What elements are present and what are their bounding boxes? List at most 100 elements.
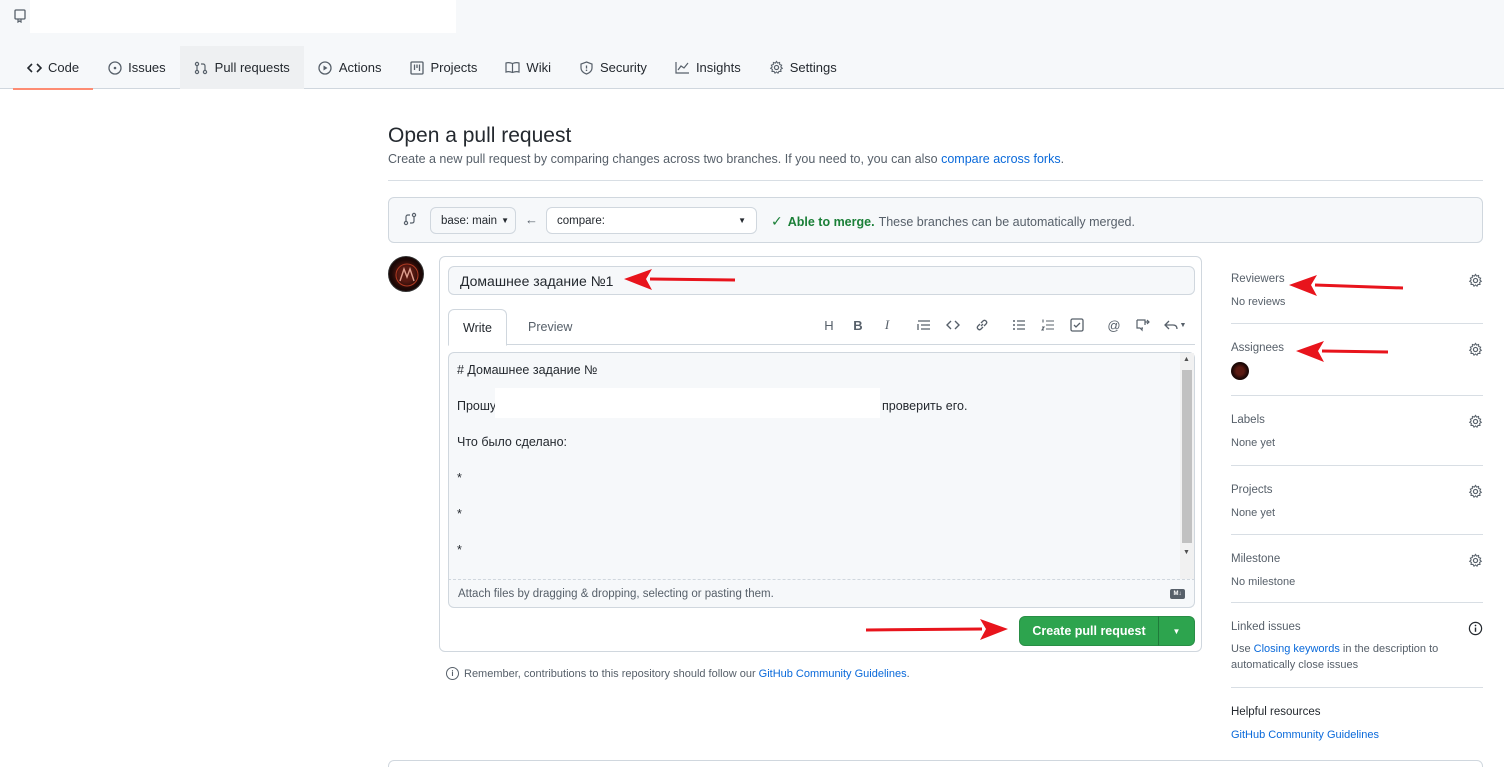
annotation-arrow <box>865 619 1008 640</box>
gear-icon[interactable] <box>1468 342 1483 357</box>
linked-issues-section: Linked issues Use Closing keywords in th… <box>1231 604 1483 688</box>
gear-icon[interactable] <box>1468 484 1483 499</box>
milestone-section[interactable]: Milestone No milestone <box>1231 536 1483 603</box>
labels-value: None yet <box>1231 437 1276 449</box>
compare-across-forks-link[interactable]: compare across forks <box>941 152 1060 166</box>
pull-request-icon <box>194 60 209 75</box>
reply-icon[interactable]: ▼ <box>1161 315 1189 335</box>
tab-write[interactable]: Write <box>448 309 507 346</box>
unordered-list-icon[interactable] <box>1008 315 1030 335</box>
markdown-icon[interactable]: M↓ <box>1170 589 1185 599</box>
linked-pre: Use <box>1231 643 1254 655</box>
tab-label: Settings <box>789 60 837 75</box>
file-attachment-area[interactable]: Attach files by dragging & dropping, sel… <box>448 580 1195 608</box>
merge-ok-text: Able to merge. <box>787 214 875 229</box>
scroll-down-icon[interactable]: ▼ <box>1183 549 1190 556</box>
new-pr-form: Домашнее задание №1 Write Preview H B I … <box>439 256 1202 652</box>
gear-icon <box>769 60 784 75</box>
tab-label: Wiki <box>526 60 551 75</box>
milestone-heading: Milestone <box>1231 553 1281 565</box>
scrollbar-thumb[interactable] <box>1182 370 1192 543</box>
scroll-up-icon[interactable]: ▲ <box>1183 356 1190 363</box>
tab-preview[interactable]: Preview <box>514 309 586 345</box>
subtitle-text: Create a new pull request by comparing c… <box>388 152 942 166</box>
graph-icon <box>675 60 690 75</box>
tab-security[interactable]: Security <box>565 46 661 89</box>
attach-text: Attach files by dragging & dropping, sel… <box>458 587 774 600</box>
tab-label: Security <box>599 60 647 75</box>
tab-insights[interactable]: Insights <box>661 46 755 89</box>
divider <box>388 180 1483 181</box>
remember-end: . <box>906 667 910 680</box>
tab-label: Projects <box>430 60 478 75</box>
page-title: Open a pull request <box>388 124 572 147</box>
create-pr-dropdown-button[interactable]: ▼ <box>1158 616 1195 646</box>
check-icon: ✓ <box>771 213 783 229</box>
create-pull-request-button[interactable]: Create pull request <box>1019 616 1159 646</box>
heading-icon[interactable]: H <box>818 315 840 335</box>
annotation-arrow <box>624 269 736 290</box>
repo-header: Code Issues Pull requests Actions Projec… <box>0 0 1504 90</box>
pr-body-textarea[interactable]: # Домашнее задание № Прошу проверить его… <box>448 352 1195 580</box>
tab-settings[interactable]: Settings <box>755 46 851 89</box>
annotation-arrow <box>1289 275 1404 296</box>
milestone-value: No milestone <box>1231 576 1296 588</box>
body-line-bullet-2: * <box>457 507 462 521</box>
labels-section[interactable]: Labels None yet <box>1231 397 1483 466</box>
merge-status: ✓ Able to merge. These branches can be a… <box>771 213 1135 230</box>
tab-issues[interactable]: Issues <box>93 46 180 89</box>
link-icon[interactable] <box>971 315 993 335</box>
cross-reference-icon[interactable] <box>1132 315 1154 335</box>
info-icon[interactable] <box>1468 621 1483 636</box>
body-line-request-start: Прошу <box>457 399 497 413</box>
mention-icon[interactable]: @ <box>1103 315 1125 335</box>
annotation-arrow <box>1296 341 1389 362</box>
tab-code[interactable]: Code <box>13 46 94 90</box>
tab-label: Code <box>48 60 80 75</box>
tab-projects[interactable]: Projects <box>395 46 491 89</box>
gear-icon[interactable] <box>1468 273 1483 288</box>
italic-icon[interactable]: I <box>876 315 898 335</box>
tab-label: Issues <box>128 60 166 75</box>
repo-nav: Code Issues Pull requests Actions Projec… <box>13 46 851 90</box>
helpful-heading: Helpful resources <box>1231 706 1321 718</box>
tab-wiki[interactable]: Wiki <box>491 46 565 89</box>
closing-keywords-link[interactable]: Closing keywords <box>1254 643 1340 655</box>
tab-label: Pull requests <box>214 60 290 75</box>
avatar[interactable] <box>388 256 424 292</box>
branch-range-editor: base: main ▼ ← compare: ▼ ✓ Able to merg… <box>388 197 1483 243</box>
compare-arrows-icon <box>403 212 417 226</box>
assignee-avatar[interactable] <box>1231 362 1249 380</box>
projects-value: None yet <box>1231 507 1276 519</box>
assignees-heading: Assignees <box>1231 342 1285 354</box>
community-guidelines-link[interactable]: GitHub Community Guidelines <box>759 668 907 680</box>
gear-icon[interactable] <box>1468 553 1483 568</box>
markdown-toolbar: H B I @ ▼ <box>811 315 1189 335</box>
quote-icon[interactable] <box>913 315 935 335</box>
base-branch-button[interactable]: base: main ▼ <box>430 207 516 234</box>
code-icon[interactable] <box>942 315 964 335</box>
page-subtitle: Create a new pull request by comparing c… <box>388 152 1483 166</box>
pr-title-input[interactable]: Домашнее задание №1 <box>448 266 1195 295</box>
tab-pull-requests[interactable]: Pull requests <box>179 46 304 89</box>
chevron-down-icon: ▼ <box>1172 626 1181 636</box>
compare-branch-button[interactable]: compare: ▼ <box>546 207 757 234</box>
arrow-left-icon: ← <box>525 212 538 227</box>
bold-icon[interactable]: B <box>847 315 869 335</box>
task-list-icon[interactable] <box>1066 315 1088 335</box>
issue-icon <box>107 60 122 75</box>
ordered-list-icon[interactable] <box>1037 315 1059 335</box>
guidelines-note: i Remember, contributions to this reposi… <box>446 667 910 680</box>
redacted-text <box>495 388 880 418</box>
community-guidelines-link[interactable]: GitHub Community Guidelines <box>1231 729 1379 741</box>
labels-heading: Labels <box>1231 414 1265 426</box>
book-icon <box>505 60 521 75</box>
linked-issues-help: Use Closing keywords in the description … <box>1231 641 1438 673</box>
tab-actions[interactable]: Actions <box>304 46 396 89</box>
textarea-scrollbar[interactable]: ▲ ▼ <box>1180 353 1194 579</box>
projects-section[interactable]: Projects None yet <box>1231 467 1483 535</box>
editor-header: Write Preview H B I @ ▼ <box>448 309 1195 346</box>
gear-icon[interactable] <box>1468 414 1483 429</box>
chevron-down-icon: ▼ <box>501 216 509 225</box>
subtitle-end: . <box>1060 152 1065 166</box>
